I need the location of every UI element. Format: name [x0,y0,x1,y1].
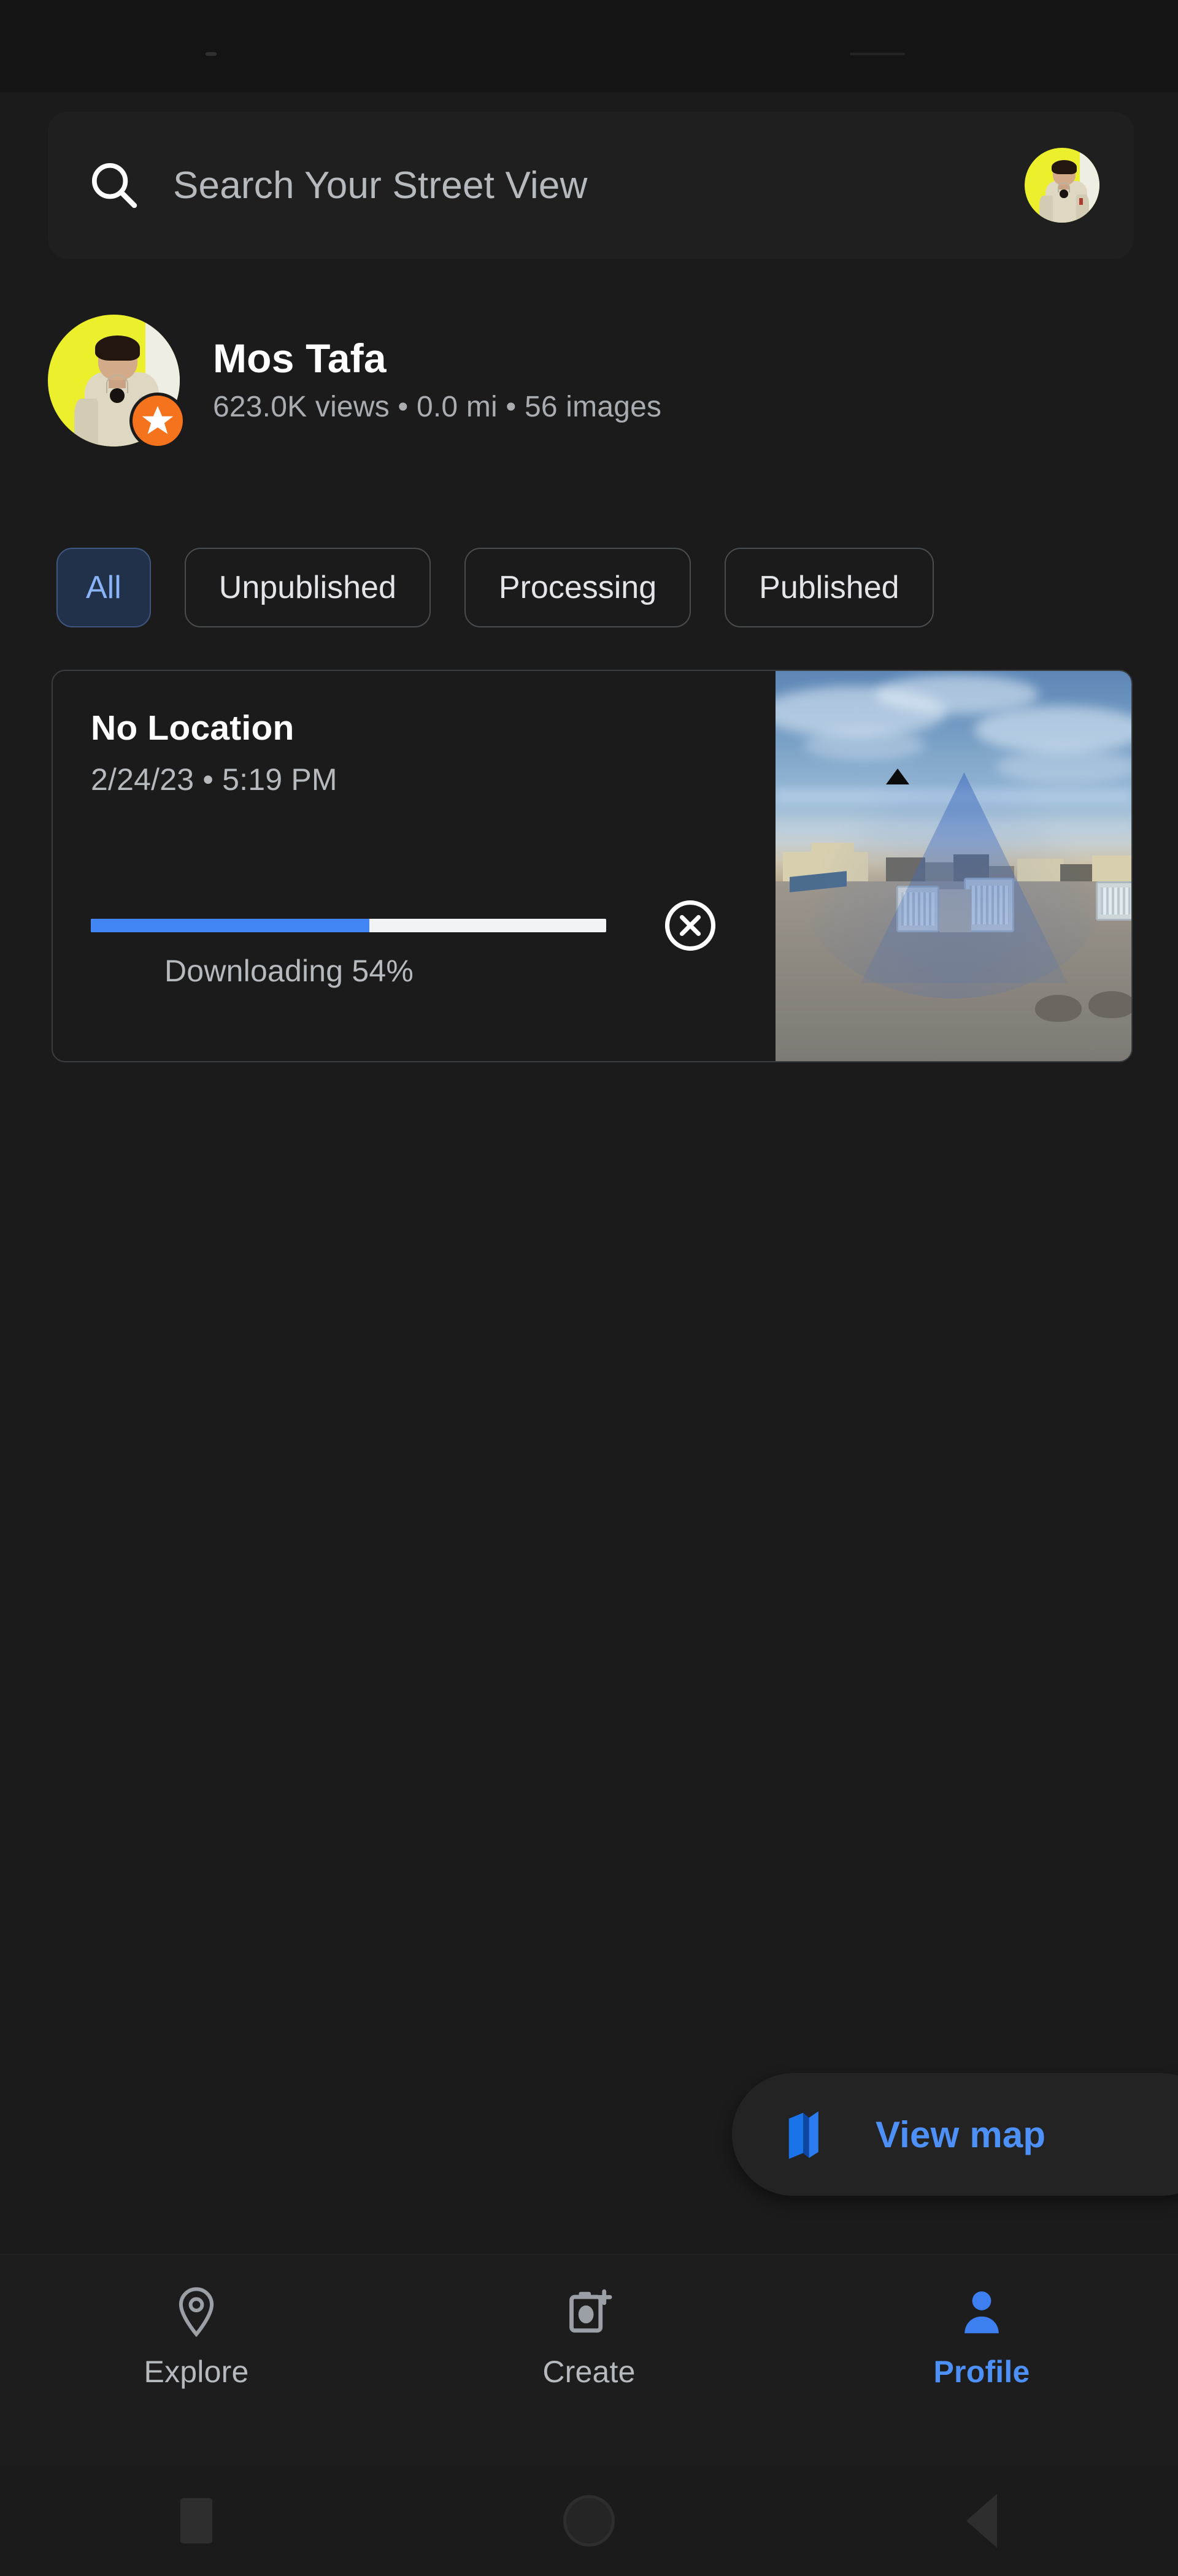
local-guide-star-badge-icon [129,392,186,449]
chip-unpublished[interactable]: Unpublished [184,547,431,627]
search-icon[interactable] [86,157,142,213]
download-progress-fill [91,919,369,932]
person-icon [964,2291,999,2334]
page-title: Mos Tafa [213,335,387,381]
progress-row [91,898,760,953]
back-button[interactable] [930,2487,1034,2555]
satellite-dish [1035,994,1082,1022]
recents-button[interactable] [144,2487,248,2555]
camera-add-icon [569,2289,612,2333]
profile-header[interactable]: Mos Tafa 623.0K views • 0.0 mi • 56 imag… [48,310,968,451]
search-avatar[interactable] [1025,148,1099,223]
avatar[interactable] [48,314,186,449]
map-icon [788,2111,818,2159]
upload-card[interactable]: No Location 2/24/23 • 5:19 PM Downloadin… [52,670,1133,1062]
panorama-thumbnail[interactable] [776,671,1131,1061]
camera-position-marker [885,769,909,784]
view-map-button[interactable]: View map [732,2073,1178,2196]
nav-item-create[interactable]: Create [393,2255,785,2390]
search-input[interactable]: Search Your Street View [173,164,1025,207]
search-bar[interactable]: Search Your Street View [48,112,1134,259]
profile-text: Mos Tafa 623.0K views • 0.0 mi • 56 imag… [213,335,662,424]
nav-label-explore: Explore [144,2355,249,2389]
chip-all[interactable]: All [56,547,151,627]
nav-label-profile: Profile [933,2355,1030,2389]
panorama-image [776,671,1131,1061]
filter-chips: All Unpublished Processing Published [56,546,1161,629]
recents-square-icon [180,2498,212,2543]
nav-item-explore[interactable]: Explore [0,2255,393,2390]
view-map-label: View map [876,2114,1046,2155]
home-circle-icon [563,2495,615,2547]
status-indicator [850,53,905,55]
status-bar [0,0,1178,92]
home-button[interactable] [537,2487,641,2555]
chip-processing[interactable]: Processing [464,547,691,627]
system-navigation-bar [0,2466,1178,2576]
back-triangle-icon [966,2494,997,2548]
satellite-dish [1088,991,1131,1019]
status-notch [206,52,217,56]
cancel-circle-icon[interactable] [663,898,718,953]
nav-label-create: Create [542,2355,636,2389]
download-status-label: Downloading 54% [164,954,414,988]
avatar-artwork [1025,148,1099,223]
location-pin-icon [179,2287,214,2337]
bottom-navigation: Explore Create Profile [0,2254,1178,2466]
chip-published[interactable]: Published [725,547,934,627]
download-progress-bar [91,919,606,932]
nav-item-profile[interactable]: Profile [785,2255,1178,2390]
profile-stats: 623.0K views • 0.0 mi • 56 images [213,391,662,424]
